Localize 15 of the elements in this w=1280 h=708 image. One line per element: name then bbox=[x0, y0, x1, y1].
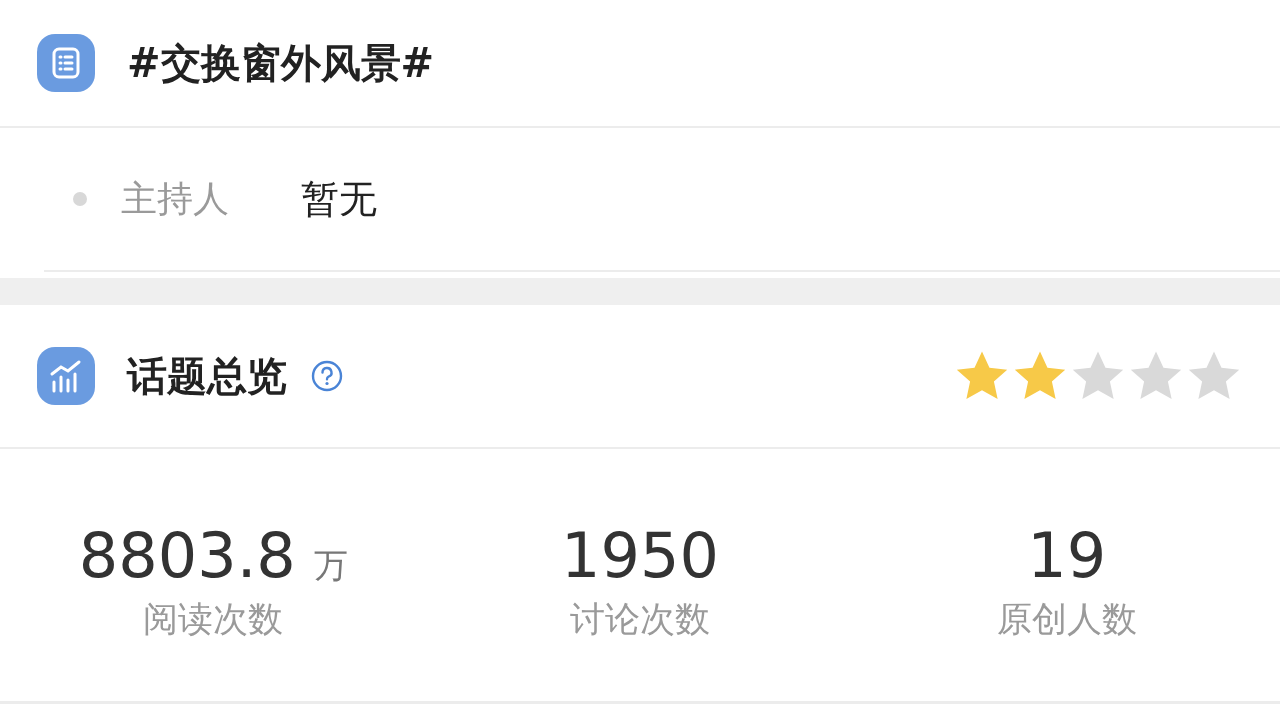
help-icon[interactable] bbox=[311, 360, 343, 392]
bullet-icon bbox=[73, 192, 87, 206]
stat-unit: 万 bbox=[313, 544, 348, 587]
chart-icon bbox=[37, 347, 95, 405]
stat-value: 8803.8 bbox=[78, 519, 296, 592]
host-value: 暂无 bbox=[301, 175, 377, 223]
section-title: 话题总览 bbox=[127, 351, 287, 401]
stat-label: 阅读次数 bbox=[143, 598, 284, 641]
stat-label: 原创人数 bbox=[996, 598, 1137, 641]
stat-value: 19 bbox=[1027, 519, 1107, 592]
host-label: 主持人 bbox=[121, 176, 230, 221]
stat-value: 1950 bbox=[561, 519, 719, 592]
stat-label: 讨论次数 bbox=[570, 598, 710, 641]
section-title: #交换窗外风景# bbox=[127, 38, 435, 88]
list-icon bbox=[37, 34, 95, 92]
